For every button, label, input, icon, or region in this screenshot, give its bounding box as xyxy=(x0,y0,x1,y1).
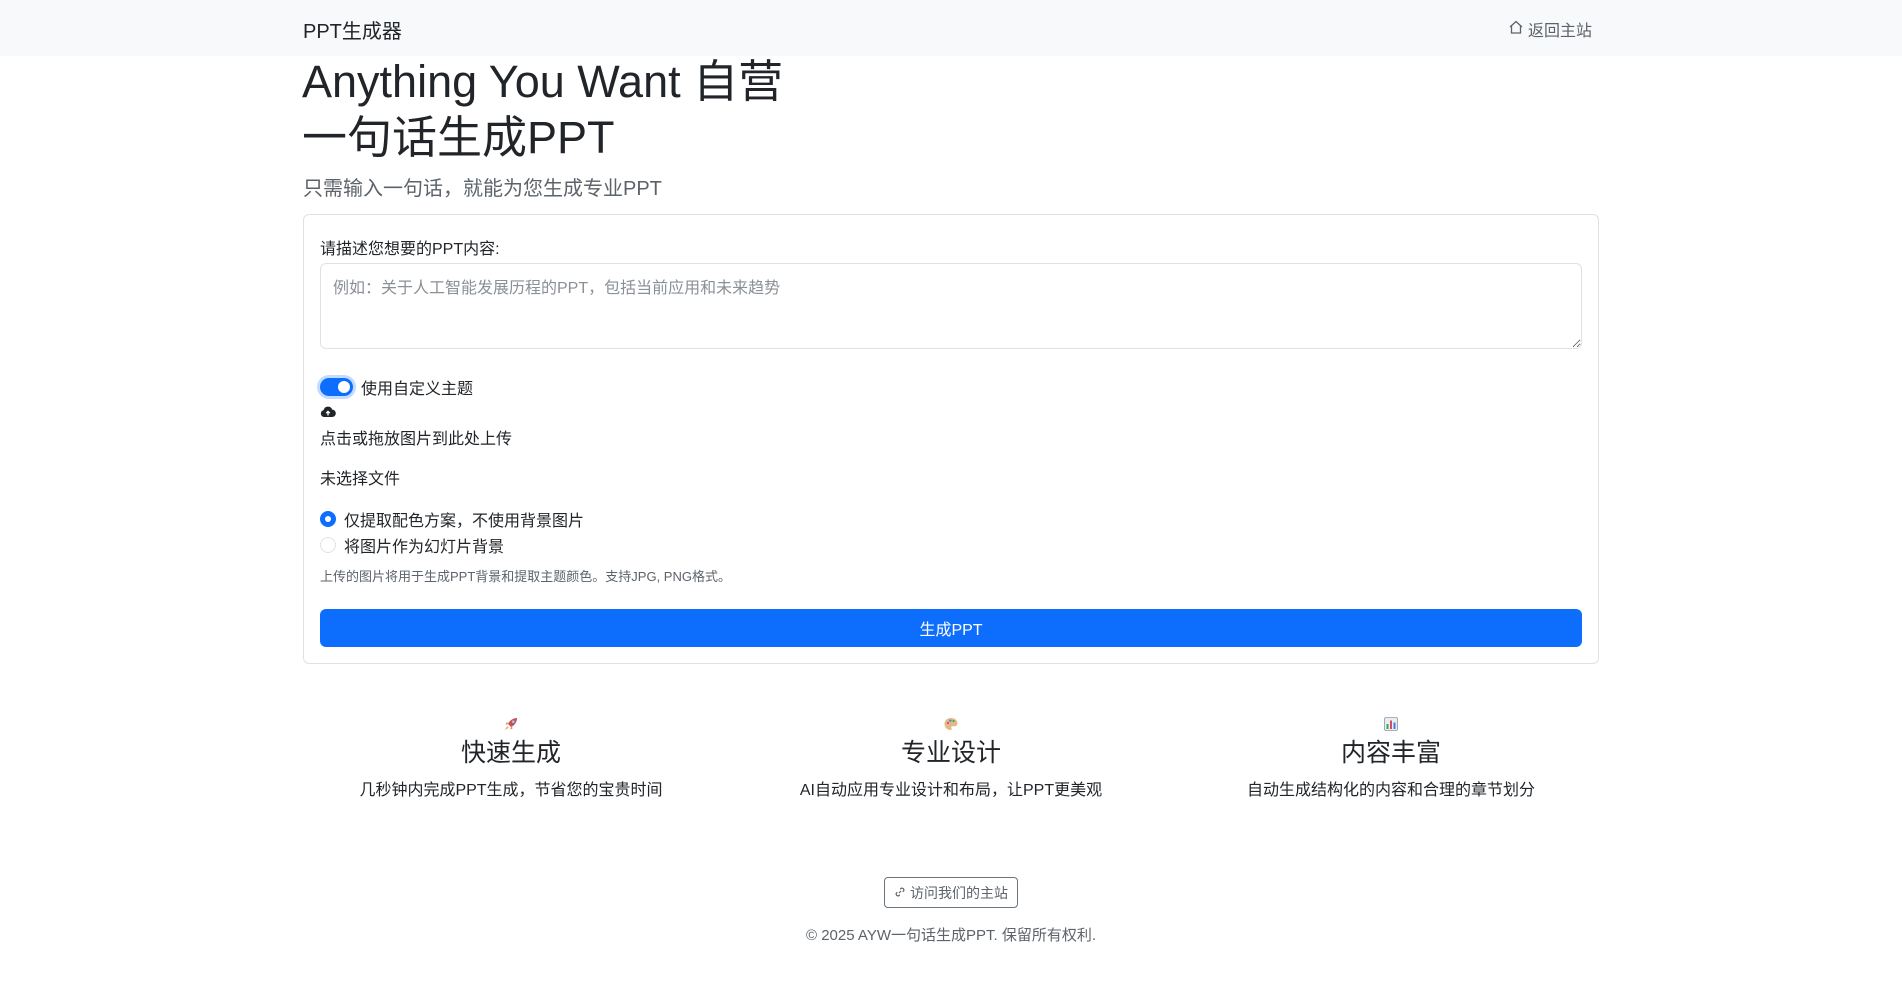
cloud-upload-icon[interactable] xyxy=(320,405,336,419)
custom-theme-toggle-row: 使用自定义主题 xyxy=(320,375,473,399)
feature-fast: 快速生成 几秒钟内完成PPT生成，节省您的宝贵时间 xyxy=(311,716,711,800)
ppt-form-card: 请描述您想要的PPT内容: 使用自定义主题 点击或拖放图片到此处上传 未选择文件… xyxy=(303,214,1599,664)
feature-desc: 自动生成结构化的内容和合理的章节划分 xyxy=(1246,782,1535,799)
feature-title: 专业设计 xyxy=(900,739,1001,767)
custom-theme-switch[interactable] xyxy=(320,378,353,396)
hero-lead-text: 只需输入一句话，就能为您生成专业PPT xyxy=(303,178,662,200)
upload-dropzone-text[interactable]: 点击或拖放图片到此处上传 xyxy=(320,425,512,449)
file-status-text: 未选择文件 xyxy=(320,471,401,488)
feature-desc: AI自动应用专业设计和布局，让PPT更美观 xyxy=(799,782,1103,799)
upload-help-text: 上传的图片将用于生成PPT背景和提取主题颜色。支持JPG, PNG格式。 xyxy=(320,569,731,584)
brand-logo-text[interactable]: PPT生成器 xyxy=(303,15,402,44)
radio-label: 仅提取配色方案，不使用背景图片 xyxy=(344,513,585,530)
feature-content: 内容丰富 自动生成结构化的内容和合理的章节划分 xyxy=(1191,716,1591,800)
radio-use-as-background[interactable]: 将图片作为幻灯片背景 xyxy=(320,533,504,557)
return-home-link[interactable]: 返回主站 xyxy=(1508,17,1592,41)
radio-extract-colors-only[interactable]: 仅提取配色方案，不使用背景图片 xyxy=(320,507,584,531)
visit-main-site-button[interactable]: 访问我们的主站 xyxy=(884,877,1018,908)
feature-title: 内容丰富 xyxy=(1340,739,1441,767)
house-icon xyxy=(1508,19,1524,40)
copyright-text: © 2025 AYW一句话生成PPT. 保留所有权利. xyxy=(806,927,1096,944)
generate-ppt-button[interactable]: 生成PPT xyxy=(320,609,1582,647)
feature-title: 快速生成 xyxy=(460,739,561,767)
visit-main-site-label: 访问我们的主站 xyxy=(910,884,1008,901)
hero-title: Anything You Want 自营 xyxy=(302,56,784,107)
return-home-label: 返回主站 xyxy=(1527,23,1592,40)
feature-design: 专业设计 AI自动应用专业设计和布局，让PPT更美观 xyxy=(751,716,1151,800)
prompt-textarea[interactable] xyxy=(320,263,1582,349)
radio-label: 将图片作为幻灯片背景 xyxy=(344,539,505,556)
hero-subtitle: 一句话生成PPT xyxy=(302,112,615,163)
radio-button-checked[interactable] xyxy=(320,511,336,527)
navbar: PPT生成器 返回主站 xyxy=(0,0,1902,56)
bar-chart-icon xyxy=(1191,716,1591,732)
custom-theme-label: 使用自定义主题 xyxy=(361,381,474,398)
prompt-label: 请描述您想要的PPT内容: xyxy=(320,241,500,258)
palette-icon xyxy=(751,716,1151,732)
link-icon xyxy=(894,885,906,901)
feature-desc: 几秒钟内完成PPT生成，节省您的宝贵时间 xyxy=(359,782,663,799)
rocket-icon xyxy=(311,716,711,732)
radio-button-unchecked[interactable] xyxy=(320,537,336,553)
